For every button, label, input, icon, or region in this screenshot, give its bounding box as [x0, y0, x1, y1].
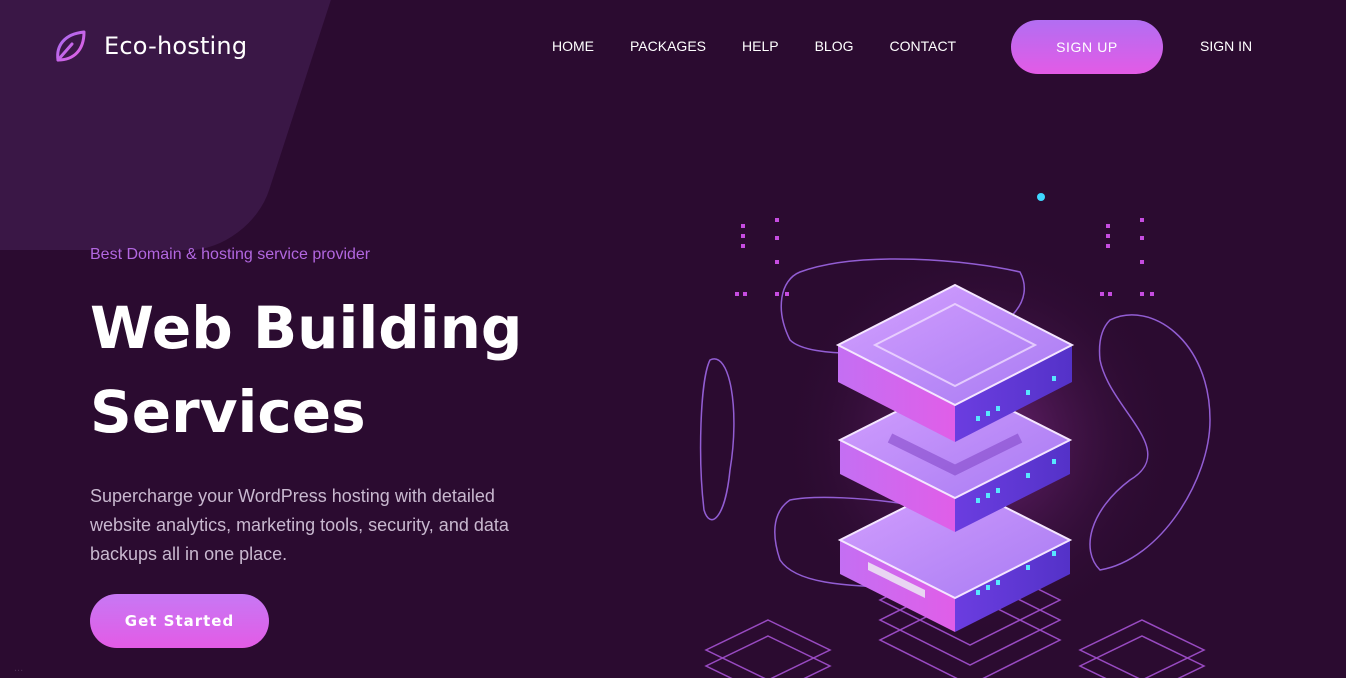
server-stack-illustration	[699, 193, 1211, 678]
leaf-icon	[56, 30, 86, 62]
sign-in-link[interactable]: SIGN IN	[1200, 38, 1252, 54]
brand-name: Eco-hosting	[104, 32, 248, 60]
hero-title: Web Building Services	[90, 286, 610, 454]
hero-section: Best Domain & hosting service provider W…	[90, 246, 610, 569]
logo[interactable]: Eco-hosting	[52, 28, 247, 64]
site-header: Eco-hosting HOME PACKAGES HELP BLOG CONT…	[0, 0, 1346, 95]
nav-contact[interactable]: CONTACT	[889, 38, 956, 54]
nav-packages[interactable]: PACKAGES	[630, 38, 706, 54]
main-nav: HOME PACKAGES HELP BLOG CONTACT	[552, 38, 992, 54]
get-started-button[interactable]: Get Started	[90, 594, 269, 648]
nav-help[interactable]: HELP	[742, 38, 779, 54]
hero-title-line2: Services	[90, 378, 366, 446]
nav-blog[interactable]: BLOG	[815, 38, 854, 54]
nav-home[interactable]: HOME	[552, 38, 594, 54]
sign-up-button[interactable]: SIGN UP	[1011, 20, 1163, 74]
hero-title-line1: Web Building	[90, 294, 523, 362]
hero-description: Supercharge your WordPress hosting with …	[90, 486, 509, 564]
status-url: ...	[14, 662, 24, 674]
hero-eyebrow: Best Domain & hosting service provider	[90, 246, 371, 263]
